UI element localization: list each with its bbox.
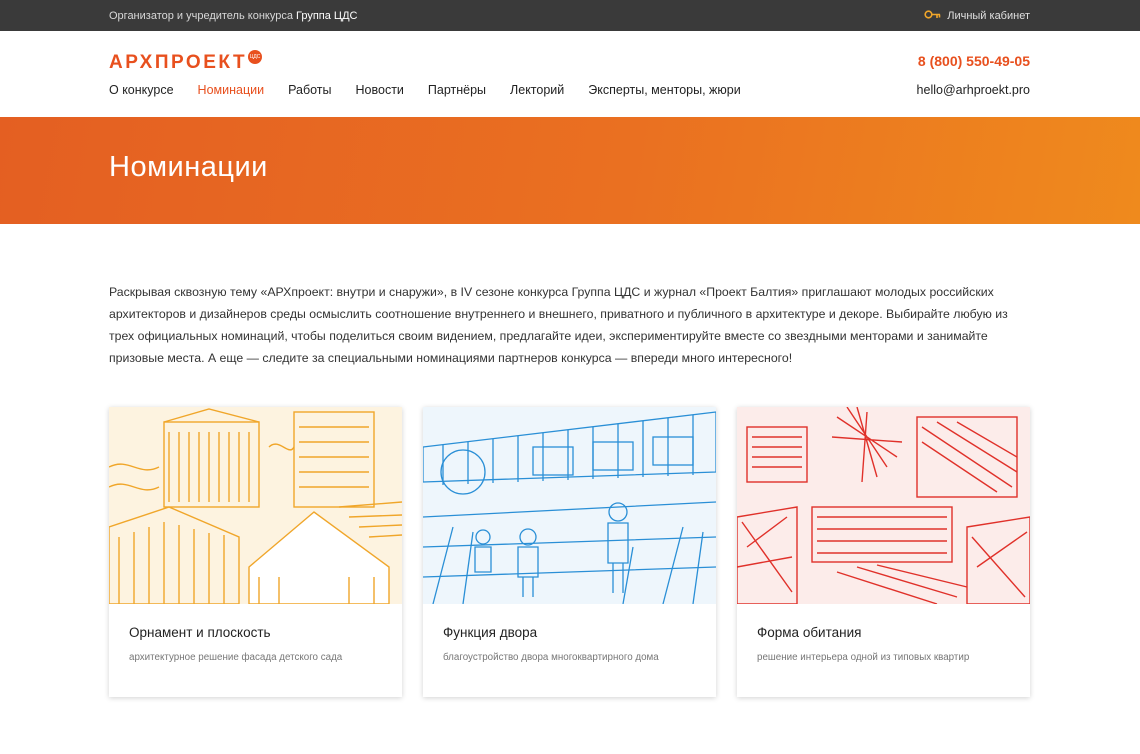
nav-item-experts[interactable]: Эксперты, менторы, жюри [588, 83, 740, 97]
nav-item-works[interactable]: Работы [288, 83, 331, 97]
nomination-card-dwelling[interactable]: Форма обитания решение интерьера одной и… [737, 407, 1030, 697]
nomination-subtitle: архитектурное решение фасада детского са… [129, 652, 343, 663]
nomination-card-ornament[interactable]: Орнамент и плоскость архитектурное решен… [109, 407, 402, 697]
nav-item-partners[interactable]: Партнёры [428, 83, 486, 97]
email-link[interactable]: hello@arhproekt.pro [917, 83, 1030, 97]
personal-account-label: Личный кабинет [947, 9, 1030, 22]
nav-item-about[interactable]: О конкурсе [109, 83, 174, 97]
nominations-list: Орнамент и плоскость архитектурное решен… [109, 407, 1030, 697]
nomination-title: Функция двора [443, 625, 538, 640]
site-logo[interactable]: АРХПРОЕКТ ЦДС [109, 49, 263, 77]
nomination-card-courtyard[interactable]: Функция двора благоустройство двора мног… [423, 407, 716, 697]
page-title: Номинации [109, 151, 268, 183]
organizer-link[interactable]: Группа ЦДС [296, 10, 357, 22]
nav-item-news[interactable]: Новости [356, 83, 404, 97]
personal-account-link[interactable]: Личный кабинет [924, 10, 1030, 22]
nav-item-nominations[interactable]: Номинации [198, 83, 265, 97]
site-header: АРХПРОЕКТ ЦДС О конкурсе Номинации Работ… [0, 31, 1140, 117]
nomination-subtitle: решение интерьера одной из типовых кварт… [757, 652, 970, 663]
top-bar: Организатор и учредитель конкурса Группа… [0, 0, 1140, 31]
page-banner: Номинации [0, 117, 1140, 224]
nomination-image-dwelling [737, 407, 1030, 604]
nomination-subtitle: благоустройство двора многоквартирного д… [443, 652, 659, 663]
logo-badge: ЦДС [248, 50, 263, 64]
nav-item-lectures[interactable]: Лекторий [510, 83, 564, 97]
key-icon [924, 9, 941, 22]
organizer-text: Организатор и учредитель конкурса Группа… [109, 9, 358, 22]
nomination-title: Орнамент и плоскость [129, 625, 271, 640]
phone-link[interactable]: 8 (800) 550-49-05 [918, 53, 1030, 69]
nomination-image-ornament [109, 407, 402, 604]
nomination-image-courtyard [423, 407, 716, 604]
main-nav: О конкурсе Номинации Работы Новости Парт… [109, 83, 765, 97]
intro-text: Раскрывая сквозную тему «АРХпроект: внут… [109, 285, 1008, 365]
nomination-title: Форма обитания [757, 625, 862, 640]
